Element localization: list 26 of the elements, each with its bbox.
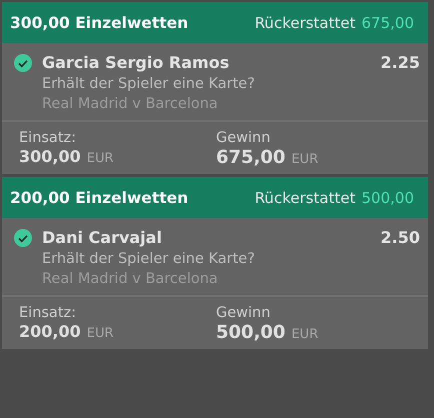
refund-label: Rückerstattet	[254, 14, 356, 32]
stake-currency: EUR	[86, 326, 114, 341]
stake-currency: EUR	[86, 151, 114, 166]
selection-name: Dani Carvajal	[42, 228, 163, 247]
stake-amount: 200,00	[19, 322, 81, 341]
market-name: Erhält der Spieler eine Karte?	[42, 251, 256, 267]
return-currency: EUR	[291, 152, 318, 167]
stake-amount: 300,00	[19, 147, 81, 166]
return-label: Gewinn	[216, 305, 270, 322]
return-amount: 500,00	[216, 322, 286, 343]
refund-amount: 500,00	[362, 188, 414, 206]
event-name: Real Madrid v Barcelona	[42, 96, 219, 112]
odds: 2.50	[380, 228, 420, 247]
event-name: Real Madrid v Barcelona	[42, 271, 219, 287]
selection-name: Garcia Sergio Ramos	[42, 53, 230, 72]
market-name: Erhält der Spieler eine Karte?	[42, 76, 256, 92]
bet-title: 200,00 Einzelwetten	[10, 188, 188, 206]
stake-label: Einsatz:	[19, 305, 76, 322]
refund-label: Rückerstattet	[254, 188, 356, 206]
bet-title: 300,00 Einzelwetten	[10, 14, 188, 32]
return-amount: 675,00	[216, 147, 286, 168]
return-currency: EUR	[291, 327, 318, 342]
odds: 2.25	[380, 53, 420, 72]
refund-amount: 675,00	[362, 14, 414, 32]
stake-label: Einsatz:	[19, 130, 76, 147]
return-label: Gewinn	[216, 130, 270, 147]
